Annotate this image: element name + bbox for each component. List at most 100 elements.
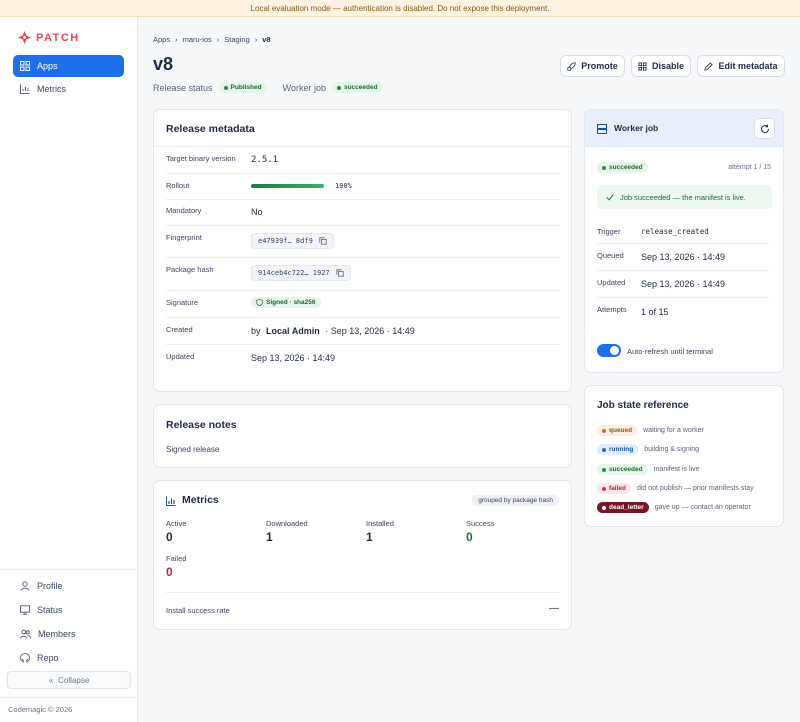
state-name: dead_letter [609,504,644,511]
metric-active-value: 0 [166,530,173,544]
rollout-row: Rollout 100% [166,174,560,200]
disable-label: Disable [651,61,684,71]
breadcrumb-app[interactable]: maru-ios [183,35,212,44]
shield-icon [256,299,263,306]
updated-row: Updated Sep 13, 2026 · 14:49 [597,271,769,298]
brand-logo[interactable]: PATCH [18,31,80,44]
status-dot-icon [223,85,228,90]
edit-metadata-button[interactable]: Edit metadata [697,55,785,77]
release-status-badge: Published [218,82,267,93]
status-dot-icon [602,467,606,472]
created-date: · Sep 13, 2026 · 14:49 [325,326,415,336]
state-badge-succeeded: succeeded [597,464,648,475]
worker-job-state-text: succeeded [609,164,643,171]
fingerprint-chip: e47939f… 8df9 [251,233,334,249]
breadcrumb-separator: › [175,35,178,44]
state-name: succeeded [609,466,643,473]
sidebar-item-members[interactable]: Members [13,623,124,645]
patch-logo-icon [18,31,31,44]
state-badge-dead-letter: dead_letter [597,502,649,513]
signature-label: Signature [166,298,199,307]
auth-warning-banner: Local evaluation mode — authentication i… [0,0,800,17]
state-description: waiting for a worker [643,427,704,434]
worker-job-label: Worker job [282,82,326,93]
status-icon [20,605,30,615]
breadcrumb-channel[interactable]: Staging [224,35,249,44]
queued-row: Queued Sep 13, 2026 · 14:49 [597,244,769,271]
metrics-icon [20,84,30,94]
mandatory-row: Mandatory No [166,200,560,226]
worker-job-card: Worker job succeeded attempt 1 / 15 Job … [584,109,784,373]
collapse-sidebar-button[interactable]: « Collapse [7,671,131,689]
queued-value: Sep 13, 2026 · 14:49 [641,252,726,262]
promote-button[interactable]: Promote [560,55,625,77]
release-status-badge-text: Published [230,84,262,91]
attempts-label: Attempts [597,305,627,314]
attempts-row: Attempts 1 of 15 [597,298,769,325]
release-notes-title: Release notes [166,419,237,431]
trigger-label: Trigger [597,227,621,236]
state-badge-failed: failed [597,483,631,494]
job-state-row: succeeded manifest is live [597,464,700,475]
check-icon [606,194,614,201]
auto-refresh-label: Auto-refresh until terminal [627,347,713,356]
disable-button[interactable]: Disable [631,55,691,77]
collapse-label: Collapse [58,675,90,685]
target-binary-row: Target binary version 2.5.1 [166,147,560,174]
sidebar-item-label: Members [38,629,76,639]
sidebar-item-status[interactable]: Status [13,599,124,621]
edit-metadata-label: Edit metadata [718,61,778,71]
sidebar-footer-divider [0,697,137,698]
attempts-value: 1 of 15 [641,307,669,317]
trigger-value: release_created [641,227,709,236]
status-row: Release status Published Worker job succ… [153,82,383,93]
created-user: Local Admin [266,326,320,336]
status-dot-icon [602,428,606,433]
job-state-row: failed did not publish — prior manifests… [597,483,754,494]
package-hash-row: Package hash 914ceb4c722… 1927 [166,258,560,291]
metric-installed-value: 1 [366,530,373,544]
rollout-value: 100% [335,182,352,190]
server-icon [597,124,607,134]
status-dot-icon [336,85,341,90]
mandatory-value: No [251,207,263,217]
attempt-counter: attempt 1 / 15 [728,164,771,171]
job-state-reference-card: Job state reference queued waiting for a… [584,385,784,527]
status-dot-icon [602,447,606,452]
sidebar-item-profile[interactable]: Profile [13,575,124,597]
job-updated-label: Updated [597,278,626,287]
queued-label: Queued [597,251,624,260]
worker-job-badge-text: succeeded [343,84,378,91]
worker-job-state-badge: succeeded [597,162,648,173]
sidebar-item-label: Apps [37,61,58,71]
page-title: v8 [153,54,174,74]
auto-refresh-toggle[interactable] [597,344,621,357]
sidebar-item-metrics[interactable]: Metrics [13,78,124,100]
breadcrumb-apps[interactable]: Apps [153,35,170,44]
sidebar-item-label: Repo [37,653,59,663]
sidebar-item-repo[interactable]: Repo [13,647,124,669]
state-description: did not publish — prior manifests stay [636,485,754,492]
sidebar: PATCH Apps Metrics Profile Status Member… [0,17,138,722]
metrics-divider [166,592,560,593]
copy-icon[interactable] [336,269,344,277]
package-hash-value: 914ceb4c722… 1927 [258,269,330,277]
job-updated-value: Sep 13, 2026 · 14:49 [641,279,726,289]
signature-value: Signed · sha256 [266,299,316,306]
copy-icon[interactable] [319,237,327,245]
refresh-button[interactable] [754,118,775,139]
updated-row: Updated Sep 13, 2026 · 14:49 [166,345,560,372]
status-dot-icon [602,505,606,510]
state-badge-queued: queued [597,425,638,436]
state-name: queued [609,427,633,434]
repo-icon [20,653,30,663]
status-dot-icon [602,165,606,170]
double-chevron-left-icon: « [48,675,54,685]
fingerprint-label: Fingerprint [166,233,202,242]
copyright: Codemagic © 2026 [8,705,73,714]
sidebar-item-apps[interactable]: Apps [13,55,124,77]
fingerprint-row: Fingerprint e47939f… 8df9 [166,226,560,258]
worker-job-title: Worker job [614,123,659,133]
sidebar-item-label: Profile [37,581,63,591]
apps-icon [20,61,30,71]
